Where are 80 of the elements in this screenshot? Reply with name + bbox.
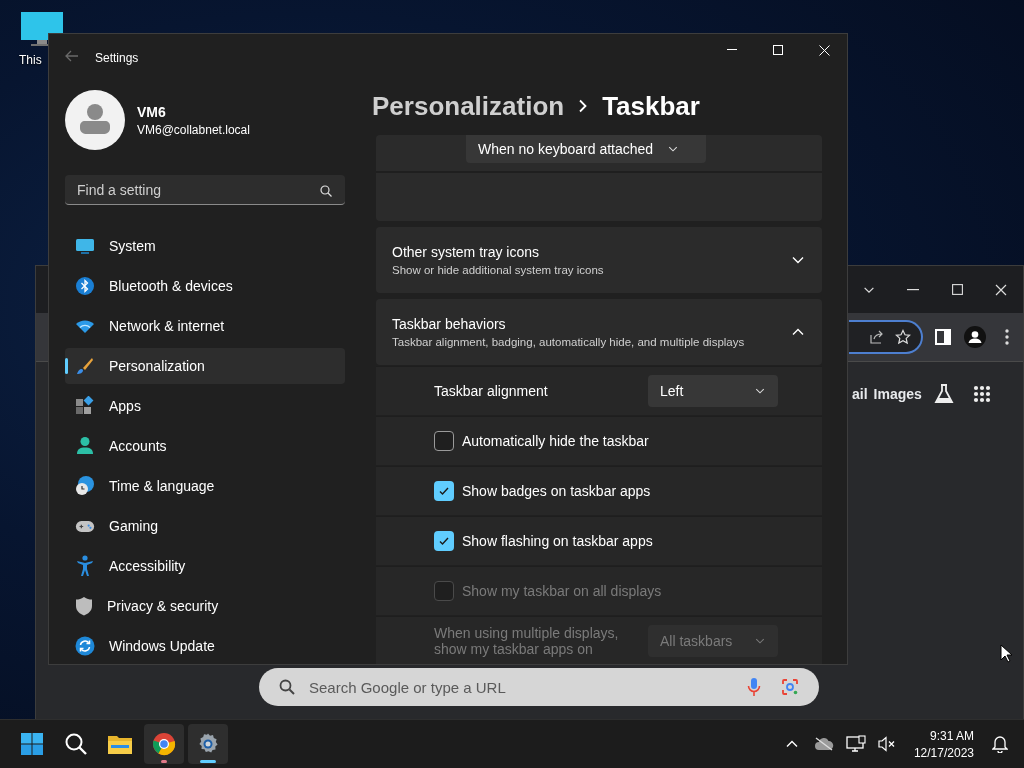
taskbar-button[interactable] (144, 724, 184, 764)
back-arrow-icon (65, 50, 79, 62)
breadcrumb-item: Taskbar (602, 90, 700, 122)
globe-clock-icon (75, 476, 95, 496)
cloud-off-icon (813, 737, 834, 751)
shield-icon (75, 596, 93, 616)
search-icon (279, 679, 295, 695)
breadcrumb-chevron-icon (578, 99, 589, 113)
search-icon (320, 185, 332, 197)
checkbox[interactable] (434, 531, 454, 551)
apps-grid-icon (972, 385, 991, 403)
header-link[interactable]: Images (873, 386, 922, 402)
person-icon (75, 436, 95, 456)
close-icon (818, 44, 830, 56)
window-title: Settings (95, 51, 139, 65)
network-monitor-icon (845, 735, 866, 753)
nav-item[interactable]: Personalization (65, 348, 345, 384)
side-panel-icon (935, 329, 951, 345)
maximize-icon (773, 45, 783, 55)
checkbox-label: Show flashing on taskbar apps (462, 533, 653, 549)
minimize-icon (907, 288, 919, 291)
nav-item[interactable]: Time & language (65, 468, 345, 504)
star-icon[interactable] (895, 329, 911, 345)
avatar-icon (964, 326, 986, 348)
taskbar-button[interactable] (188, 724, 228, 764)
browser-logo-icon (152, 732, 176, 756)
nav-item[interactable]: Accessibility (65, 548, 345, 584)
checkmark-icon (438, 485, 450, 497)
checkbox-label: Show badges on taskbar apps (462, 483, 651, 499)
expander-header[interactable]: Other system tray icons Show or hide additional system tray icons (376, 227, 822, 293)
checkmark-icon (438, 535, 450, 547)
nav-item[interactable]: Apps (65, 388, 345, 424)
nav-item[interactable]: Bluetooth & devices (65, 268, 345, 304)
nav-item[interactable]: Privacy & security (65, 588, 345, 624)
nav-item[interactable]: Accounts (65, 428, 345, 464)
nav-item[interactable]: Windows Update (65, 628, 345, 664)
dropdown[interactable]: Left (648, 375, 778, 407)
search-icon (64, 732, 88, 756)
accessibility-icon (75, 555, 95, 577)
expander-header[interactable]: Taskbar behaviors Taskbar alignment, badging, automatically hide, and multiple displays (376, 299, 822, 365)
nav-item[interactable]: Gaming (65, 508, 345, 544)
checkbox-label: Show my taskbar on all displays (462, 583, 662, 599)
setting-label: Taskbar alignment (434, 383, 548, 399)
monitor-icon[interactable] (21, 12, 63, 48)
four-squares-icon (20, 732, 44, 756)
checkbox[interactable] (434, 481, 454, 501)
checkbox[interactable] (434, 431, 454, 451)
close-icon (995, 283, 1007, 296)
monitor-icon (75, 237, 95, 255)
camera-lens-icon[interactable] (781, 678, 799, 696)
nav-item[interactable]: System (65, 228, 345, 264)
sync-icon (75, 636, 95, 656)
setting-label: When using multiple displays, show my taskbar apps on (434, 625, 620, 657)
app-grid-icon (75, 396, 95, 416)
header-link[interactable]: ail (852, 386, 868, 402)
profile-email: VM6@collabnet.local (137, 122, 250, 137)
more-icon (1005, 329, 1009, 345)
maximize-icon (951, 284, 963, 295)
address-bar[interactable] (849, 320, 923, 354)
checkbox-label: Automatically hide the taskbar (462, 433, 649, 449)
share-icon[interactable] (869, 329, 885, 345)
paintbrush-icon (75, 356, 95, 376)
folder-icon (107, 733, 133, 755)
search-field[interactable]: Search Google or type a URL (259, 668, 819, 706)
clock[interactable]: 9:31 AM 12/17/2023 (905, 728, 982, 760)
minimize-icon (727, 49, 737, 51)
profile-name: VM6 (137, 103, 167, 120)
nav-item[interactable]: Network & internet (65, 308, 345, 344)
dropdown[interactable]: When no keyboard attached (466, 135, 706, 163)
flask-icon (932, 383, 955, 405)
gamepad-icon (75, 518, 95, 534)
bell-icon (992, 735, 1008, 753)
bluetooth-icon (75, 276, 95, 296)
desktop-icon-label: This (19, 53, 42, 67)
wifi-icon (75, 318, 95, 334)
mouse-pointer-icon (1000, 644, 1012, 663)
search-field[interactable]: Find a setting (65, 175, 345, 205)
avatar-icon (65, 90, 125, 150)
microphone-icon[interactable] (747, 677, 761, 697)
breadcrumb-item[interactable]: Personalization (372, 90, 565, 122)
